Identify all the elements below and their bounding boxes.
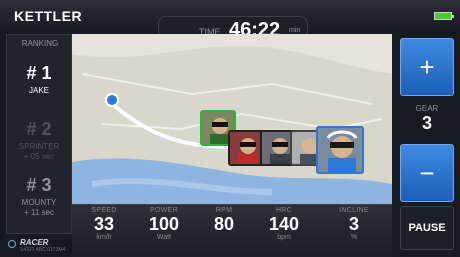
gear-label: GEAR	[415, 104, 439, 113]
metric-value: 3	[348, 214, 359, 234]
circle-icon	[8, 240, 16, 248]
gear-value: 3	[421, 113, 432, 133]
ranking-item-3[interactable]: # 3 MOUNTY + 11 sec	[9, 171, 69, 227]
metric-unit: km/h	[96, 234, 112, 241]
rider-icon	[318, 128, 362, 172]
rank-position: # 2	[26, 119, 52, 139]
metric-label: SPEED	[91, 207, 117, 214]
metric-label: INCLINE	[339, 207, 369, 214]
metric-value: 80	[213, 214, 235, 234]
ranking-item-2[interactable]: # 2 SPRINTER + 05 sec	[9, 115, 69, 171]
app-screen: KETTLER TIME 46:22 min RANKING # 1 JAKE …	[0, 0, 460, 257]
rider-avatar-jake	[316, 126, 364, 174]
brand-name: RACER	[20, 238, 49, 247]
metric-speed: SPEED 33 km/h	[74, 207, 134, 241]
metric-value: 33	[93, 214, 115, 234]
metric-unit: Watt	[156, 234, 172, 241]
ranking-panel: RANKING # 1 JAKE # 2 SPRINTER + 05 sec #…	[6, 34, 72, 234]
rider-avatar	[228, 130, 264, 166]
rank-gap: + 11 sec	[24, 208, 54, 217]
gear-display: GEAR 3	[400, 98, 454, 142]
rank-gap: + 05 sec	[23, 152, 55, 161]
battery-icon	[434, 12, 454, 20]
metric-value: 140	[268, 214, 300, 234]
metric-label: RPM	[215, 207, 233, 214]
brand-badge: RACER S4321 ABC 0173M4	[8, 238, 78, 256]
brand-subtitle: S4321 ABC 0173M4	[20, 247, 66, 253]
metrics-bar: SPEED 33 km/h POWER 100 Watt RPM 80 HRC …	[72, 204, 392, 257]
metric-label: POWER	[150, 207, 178, 214]
metric-unit: bpm	[277, 234, 291, 241]
rank-position: # 1	[26, 63, 52, 83]
metric-unit: %	[350, 234, 358, 241]
metric-rpm: RPM 80	[194, 207, 254, 234]
control-panel: + GEAR 3 − PAUSE	[394, 34, 460, 257]
rank-name: MOUNTY	[21, 198, 57, 207]
gear-down-button[interactable]: −	[400, 144, 454, 202]
rider-icon	[230, 132, 262, 164]
gear-up-button[interactable]: +	[400, 38, 454, 96]
ranking-title: RANKING	[21, 39, 59, 48]
pause-button[interactable]: PAUSE	[400, 206, 454, 250]
time-unit: min	[289, 27, 301, 34]
route-map[interactable]	[72, 34, 392, 204]
metric-label: HRC	[275, 207, 293, 214]
kettler-logo: KETTLER	[14, 8, 83, 24]
metric-hrc: HRC 140 bpm	[254, 207, 314, 241]
metric-power: POWER 100 Watt	[134, 207, 194, 241]
rank-position: # 3	[26, 175, 52, 195]
ranking-item-1[interactable]: # 1 JAKE	[9, 59, 69, 115]
rank-name: SPRINTER	[18, 142, 60, 151]
rank-name: JAKE	[28, 86, 49, 95]
metric-value: 100	[148, 214, 180, 234]
route-start-marker	[105, 93, 119, 107]
metric-incline: INCLINE 3 %	[324, 207, 384, 241]
